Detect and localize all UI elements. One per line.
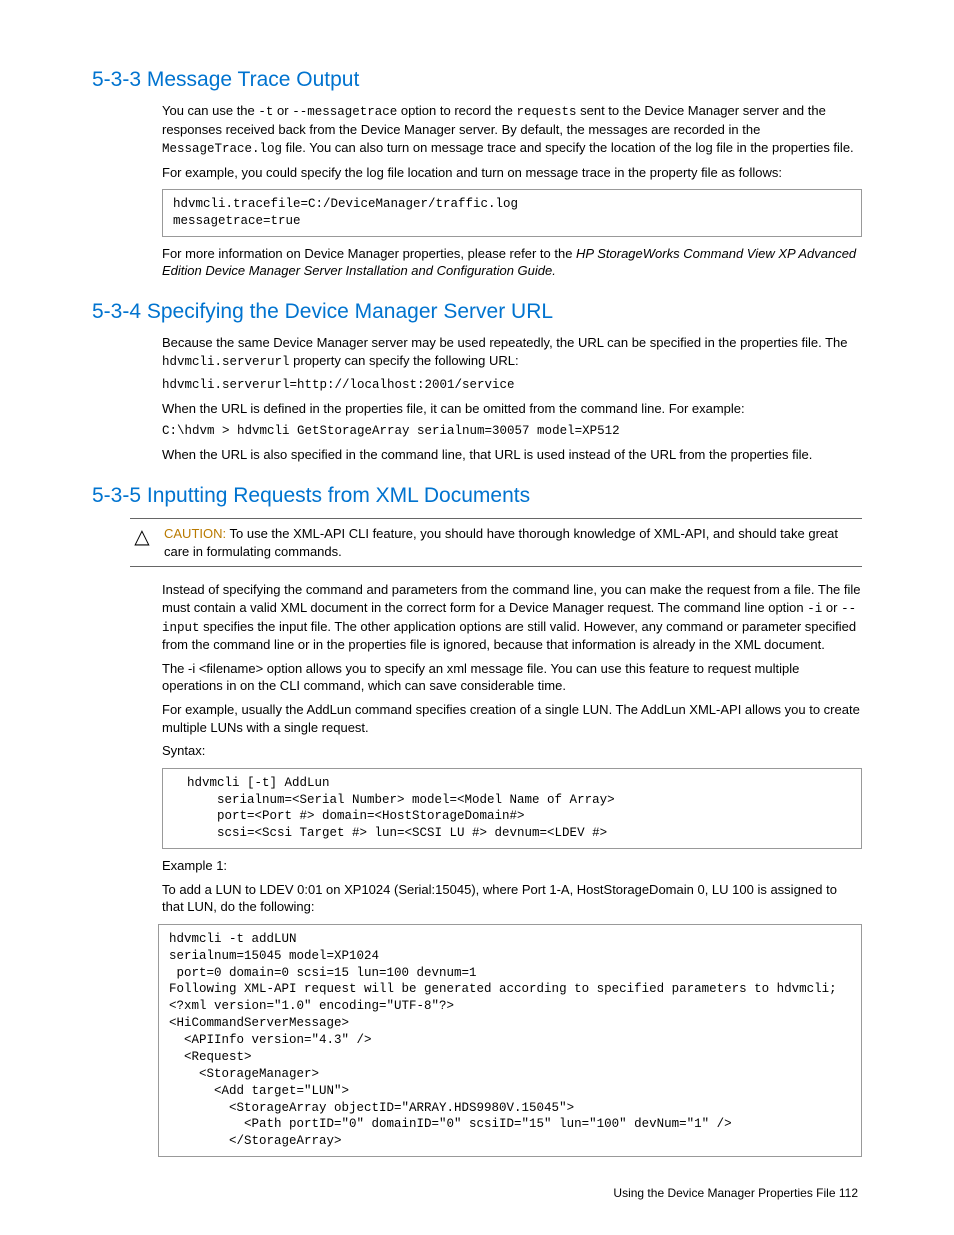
code-block: hdvmcli -t addLUN serialnum=15045 model=…	[158, 924, 862, 1157]
paragraph: The -i <filename> option allows you to s…	[162, 660, 862, 695]
page-footer: Using the Device Manager Properties File…	[92, 1185, 862, 1201]
text: Instead of specifying the command and pa…	[162, 582, 861, 615]
text: file. You can also turn on message trace…	[282, 140, 854, 155]
text: or	[822, 600, 841, 615]
text: specifies the input file. The other appl…	[162, 619, 856, 653]
paragraph: For example, usually the AddLun command …	[162, 701, 862, 736]
text: Because the same Device Manager server m…	[162, 335, 848, 350]
paragraph: Example 1:	[162, 857, 862, 875]
section-body-5-3-5: Instead of specifying the command and pa…	[162, 581, 862, 1157]
paragraph: To add a LUN to LDEV 0:01 on XP1024 (Ser…	[162, 881, 862, 916]
paragraph: Instead of specifying the command and pa…	[162, 581, 862, 654]
caution-text: CAUTION: To use the XML-API CLI feature,…	[164, 525, 862, 560]
code-inline: -i	[807, 602, 822, 616]
code-block: hdvmcli.tracefile=C:/DeviceManager/traff…	[162, 189, 862, 237]
text: To use the XML-API CLI feature, you shou…	[164, 526, 838, 559]
paragraph: For more information on Device Manager p…	[162, 245, 862, 280]
paragraph: You can use the -t or --messagetrace opt…	[162, 102, 862, 157]
paragraph: Syntax:	[162, 742, 862, 760]
section-heading-5-3-4: 5-3-4 Specifying the Device Manager Serv…	[92, 298, 862, 326]
code-line: C:\hdvm > hdvmcli GetStorageArray serial…	[162, 423, 862, 440]
paragraph: For example, you could specify the log f…	[162, 164, 862, 182]
section-heading-5-3-5: 5-3-5 Inputting Requests from XML Docume…	[92, 482, 862, 510]
paragraph: When the URL is also specified in the co…	[162, 446, 862, 464]
caution-icon: △	[130, 525, 154, 547]
section-body-5-3-4: Because the same Device Manager server m…	[162, 334, 862, 463]
section-body-5-3-3: You can use the -t or --messagetrace opt…	[162, 102, 862, 280]
code-block: hdvmcli [-t] AddLun serialnum=<Serial Nu…	[162, 768, 862, 850]
text: For more information on Device Manager p…	[162, 246, 576, 261]
paragraph: Because the same Device Manager server m…	[162, 334, 862, 370]
caution-box: △ CAUTION: To use the XML-API CLI featur…	[130, 518, 862, 567]
section-heading-5-3-3: 5-3-3 Message Trace Output	[92, 66, 862, 94]
code-line: hdvmcli.serverurl=http://localhost:2001/…	[162, 377, 862, 394]
text: property can specify the following URL:	[290, 353, 519, 368]
text: option to record the	[397, 103, 516, 118]
paragraph: When the URL is defined in the propertie…	[162, 400, 862, 418]
code-inline: requests	[516, 105, 576, 119]
text: You can use the	[162, 103, 258, 118]
caution-label: CAUTION:	[164, 526, 226, 541]
text: or	[273, 103, 292, 118]
code-inline: MessageTrace.log	[162, 142, 282, 156]
code-inline: hdvmcli.serverurl	[162, 355, 290, 369]
code-inline: --messagetrace	[292, 105, 397, 119]
code-inline: -t	[258, 105, 273, 119]
